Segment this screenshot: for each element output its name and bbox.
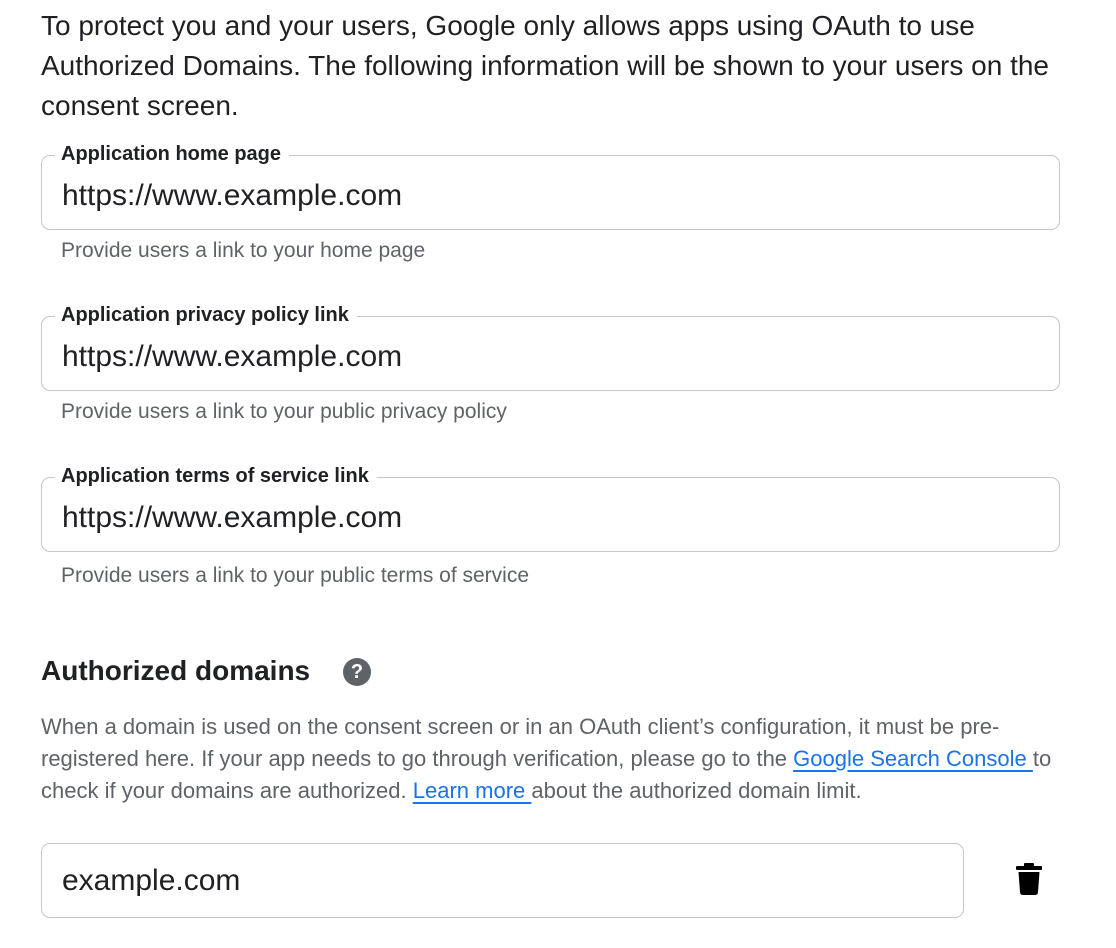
privacy-policy-hint: Provide users a link to your public priv… bbox=[61, 400, 507, 423]
home-page-label: Application home page bbox=[55, 141, 290, 167]
privacy-policy-label: Application privacy policy link bbox=[55, 302, 357, 328]
terms-of-service-input[interactable] bbox=[62, 498, 1022, 538]
authorized-domain-input[interactable] bbox=[62, 861, 1022, 901]
terms-of-service-hint: Provide users a link to your public term… bbox=[61, 564, 530, 587]
intro-text: To protect you and your users, Google on… bbox=[41, 10, 1049, 121]
home-page-field[interactable]: Application home page bbox=[41, 141, 1060, 230]
authorized-domains-description: When a domain is used on the consent scr… bbox=[41, 711, 1081, 807]
privacy-policy-input[interactable] bbox=[62, 337, 1022, 377]
google-search-console-link[interactable]: Google Search Console bbox=[793, 746, 1033, 771]
oauth-consent-form: To protect you and your users, Google on… bbox=[0, 0, 1116, 948]
description-text-3: about the authorized domain limit. bbox=[531, 778, 862, 803]
learn-more-link[interactable]: Learn more bbox=[413, 778, 532, 803]
terms-of-service-label: Application terms of service link bbox=[55, 463, 377, 489]
authorized-domains-title: Authorized domains bbox=[41, 655, 311, 686]
home-page-hint: Provide users a link to your home page bbox=[61, 239, 426, 262]
home-page-input[interactable] bbox=[62, 176, 1022, 216]
authorized-domain-field[interactable] bbox=[41, 843, 1022, 918]
help-circle-icon[interactable]: ? bbox=[343, 658, 371, 686]
trash-icon[interactable] bbox=[1016, 863, 1042, 895]
privacy-policy-field[interactable]: Application privacy policy link bbox=[41, 302, 1060, 391]
terms-of-service-field[interactable]: Application terms of service link bbox=[41, 463, 1060, 552]
